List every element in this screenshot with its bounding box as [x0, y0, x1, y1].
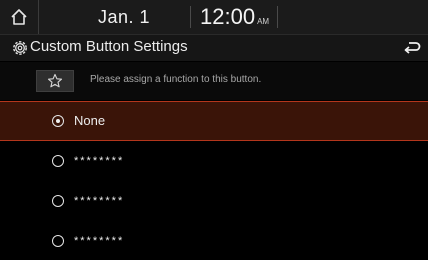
option-item[interactable]: ********	[0, 222, 428, 260]
radio-button[interactable]	[52, 235, 64, 247]
option-label: None	[74, 113, 106, 128]
status-date: Jan. 1	[98, 7, 151, 27]
home-button[interactable]	[0, 0, 39, 34]
status-divider	[190, 6, 191, 28]
info-text: Please assign a function to this button.	[90, 74, 262, 85]
star-button[interactable]	[36, 70, 74, 92]
option-label: ********	[74, 155, 125, 167]
option-item[interactable]: ********	[0, 182, 428, 223]
title-bar: Custom Button Settings	[0, 35, 428, 61]
option-item[interactable]: ********	[0, 142, 428, 183]
status-time: 12:00 AM	[200, 4, 269, 30]
option-label: ********	[74, 235, 125, 247]
status-ampm: AM	[257, 17, 270, 26]
radio-button[interactable]	[52, 195, 64, 207]
star-icon	[47, 73, 63, 88]
status-divider	[277, 6, 278, 28]
radio-button[interactable]	[52, 115, 64, 127]
home-icon	[11, 9, 27, 25]
back-icon	[404, 42, 421, 54]
option-none[interactable]: None	[0, 101, 428, 141]
status-bar: Jan. 1 12:00 AM	[0, 0, 428, 35]
radio-button[interactable]	[52, 155, 64, 167]
info-row: Please assign a function to this button.	[0, 62, 428, 100]
gear-icon	[13, 41, 27, 55]
status-time-value: 12:00	[200, 4, 256, 29]
option-label: ********	[74, 195, 125, 207]
back-button[interactable]	[400, 37, 424, 59]
page-title: Custom Button Settings	[30, 38, 188, 55]
